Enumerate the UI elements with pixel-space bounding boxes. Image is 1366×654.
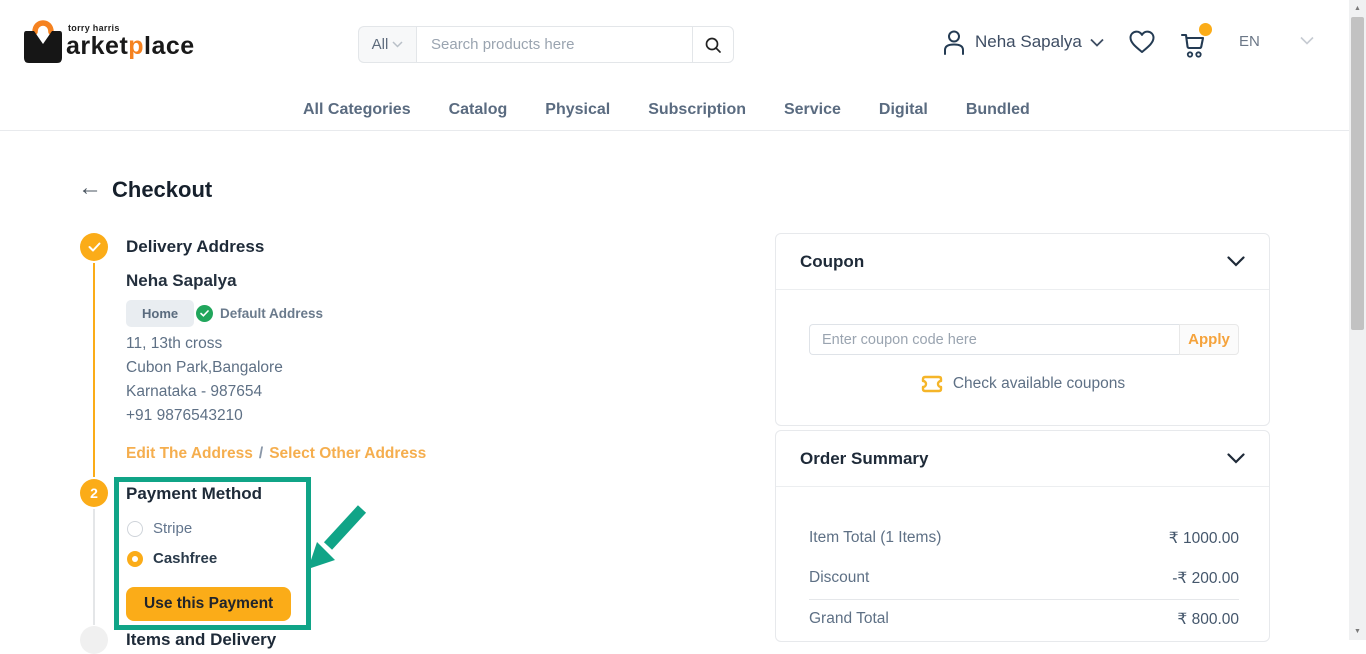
nav-subscription[interactable]: Subscription: [648, 101, 746, 119]
search-input[interactable]: [416, 26, 692, 63]
coupon-card-header[interactable]: Coupon: [776, 234, 1269, 290]
cart-button[interactable]: [1177, 30, 1207, 59]
chevron-down-icon[interactable]: [1227, 453, 1245, 464]
logo-wordmark-part: arket: [66, 32, 128, 60]
category-nav: All Categories Catalog Physical Subscrip…: [303, 101, 1030, 119]
grand-total-value: ₹ 800.00: [1177, 610, 1239, 629]
header-divider: [0, 130, 1349, 131]
wishlist-button[interactable]: [1128, 29, 1156, 55]
chevron-down-icon[interactable]: [1227, 256, 1245, 267]
items-delivery-title: Items and Delivery: [126, 630, 276, 650]
default-address-label: Default Address: [220, 306, 323, 321]
link-separator: /: [253, 445, 269, 462]
annotation-arrow: [304, 501, 370, 575]
item-total-value: ₹ 1000.00: [1169, 529, 1239, 548]
page-title: Checkout: [112, 177, 212, 203]
nav-catalog[interactable]: Catalog: [449, 101, 508, 119]
edit-address-link[interactable]: Edit The Address: [126, 445, 253, 462]
order-summary-card: Order Summary Item Total (1 Items) ₹ 100…: [775, 430, 1270, 642]
nav-bundled[interactable]: Bundled: [966, 101, 1030, 119]
user-name-label: Neha Sapalya: [975, 32, 1082, 52]
language-selector[interactable]: EN: [1239, 33, 1260, 50]
shopping-bag-logo-icon: [20, 16, 66, 66]
top-header: torry harris arketplace All Neha Sapalya: [0, 0, 1349, 88]
payment-option-cashfree[interactable]: Cashfree: [127, 550, 217, 567]
delivery-address-title: Delivery Address: [126, 237, 264, 257]
heart-icon: [1128, 29, 1156, 55]
user-icon: [941, 28, 967, 56]
logo-wordmark-part2: lace: [144, 32, 195, 60]
coupon-input-row: Apply: [809, 324, 1239, 355]
check-icon: [88, 242, 101, 252]
step1-completed-badge: [80, 233, 108, 261]
step3-badge: [80, 626, 108, 654]
search-button[interactable]: [692, 26, 734, 63]
address-line: Cubon Park,Bangalore: [126, 356, 283, 380]
back-arrow-icon[interactable]: ←: [78, 176, 102, 200]
check-available-coupons-link[interactable]: Check available coupons: [776, 374, 1269, 394]
logo-wordmark-p: p: [128, 32, 144, 60]
address-line: 11, 13th cross: [126, 332, 283, 356]
scroll-down-arrow[interactable]: ▼: [1349, 623, 1366, 640]
scrollbar-thumb[interactable]: [1351, 17, 1364, 330]
order-summary-header[interactable]: Order Summary: [776, 431, 1269, 487]
marketplace-logo[interactable]: torry harris arketplace: [20, 14, 170, 66]
order-summary-title: Order Summary: [800, 449, 929, 469]
payment-method-title: Payment Method: [126, 484, 262, 504]
cart-badge-dot: [1199, 23, 1212, 36]
check-coupons-label: Check available coupons: [953, 375, 1125, 393]
nav-service[interactable]: Service: [784, 101, 841, 119]
grand-total-label: Grand Total: [809, 610, 889, 629]
scroll-up-arrow[interactable]: ▲: [1349, 0, 1366, 17]
address-actions: Edit The Address/Select Other Address: [126, 445, 426, 463]
grand-total-row: Grand Total ₹ 800.00: [809, 610, 1239, 629]
radio-unselected-icon[interactable]: [127, 521, 143, 537]
use-this-payment-button[interactable]: Use this Payment: [126, 587, 291, 621]
radio-selected-icon[interactable]: [127, 551, 143, 567]
search-icon: [704, 36, 722, 54]
select-other-address-link[interactable]: Select Other Address: [269, 445, 426, 462]
step-connector-line: [93, 263, 95, 477]
user-account-menu[interactable]: Neha Sapalya: [941, 28, 1104, 56]
item-total-label: Item Total (1 Items): [809, 529, 941, 548]
search-category-value: All: [372, 36, 389, 53]
coupon-code-input[interactable]: [809, 324, 1179, 355]
address-line: +91 9876543210: [126, 404, 283, 428]
ticket-icon: [920, 374, 944, 394]
vertical-scrollbar[interactable]: ▲ ▼: [1349, 0, 1366, 640]
cashfree-option-label: Cashfree: [153, 550, 217, 567]
address-type-badge: Home: [126, 300, 194, 327]
discount-value: -₹ 200.00: [1172, 569, 1239, 588]
chevron-down-icon: [392, 41, 403, 48]
step2-badge: 2: [80, 479, 108, 507]
stripe-option-label: Stripe: [153, 520, 192, 537]
search-bar: All: [358, 26, 734, 63]
nav-physical[interactable]: Physical: [545, 101, 610, 119]
payment-option-stripe[interactable]: Stripe: [127, 520, 192, 537]
default-address-indicator: Default Address: [196, 305, 323, 322]
coupon-title: Coupon: [800, 252, 864, 272]
apply-coupon-button[interactable]: Apply: [1179, 324, 1239, 355]
step2-number: 2: [90, 485, 98, 501]
check-circle-icon: [196, 305, 213, 322]
discount-row: Discount -₹ 200.00: [809, 569, 1239, 588]
discount-label: Discount: [809, 569, 869, 588]
nav-digital[interactable]: Digital: [879, 101, 928, 119]
delivery-customer-name: Neha Sapalya: [126, 271, 237, 291]
address-line: Karnataka - 987654: [126, 380, 283, 404]
address-block: 11, 13th cross Cubon Park,Bangalore Karn…: [126, 332, 283, 428]
nav-all-categories[interactable]: All Categories: [303, 101, 411, 119]
search-category-dropdown[interactable]: All: [358, 26, 416, 63]
item-total-row: Item Total (1 Items) ₹ 1000.00: [809, 529, 1239, 548]
logo-wordmark: arketplace: [66, 32, 195, 61]
language-chevron-icon[interactable]: [1300, 36, 1314, 45]
summary-divider: [809, 599, 1239, 600]
chevron-down-icon: [1090, 38, 1104, 47]
coupon-card: Coupon Apply Check available coupons: [775, 233, 1270, 426]
step-connector-line: [93, 509, 95, 625]
